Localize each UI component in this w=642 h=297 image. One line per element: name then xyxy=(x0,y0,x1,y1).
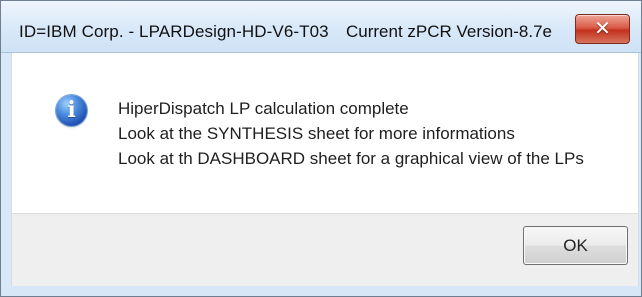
ok-button[interactable]: OK xyxy=(523,226,628,265)
message-line: HiperDispatch LP calculation complete xyxy=(118,99,409,118)
window-title: ID=IBM Corp. - LPARDesign-HD-V6-T03 xyxy=(19,22,329,41)
message-line: Look at the SYNTHESIS sheet for more inf… xyxy=(118,124,515,143)
message-dialog: ID=IBM Corp. - LPARDesign-HD-V6-T03 Curr… xyxy=(0,0,642,297)
close-button[interactable]: ✕ xyxy=(575,14,630,44)
ok-button-label: OK xyxy=(563,236,588,255)
window-bottom-frame xyxy=(1,286,641,296)
close-icon: ✕ xyxy=(594,18,611,40)
info-glyph: i xyxy=(67,97,76,123)
message-line: Look at th DASHBOARD sheet for a graphic… xyxy=(118,149,584,168)
version-label: Current zPCR Version-8.7e xyxy=(346,22,552,41)
info-icon: i xyxy=(56,95,87,126)
title-bar: ID=IBM Corp. - LPARDesign-HD-V6-T03 Curr… xyxy=(1,1,641,53)
